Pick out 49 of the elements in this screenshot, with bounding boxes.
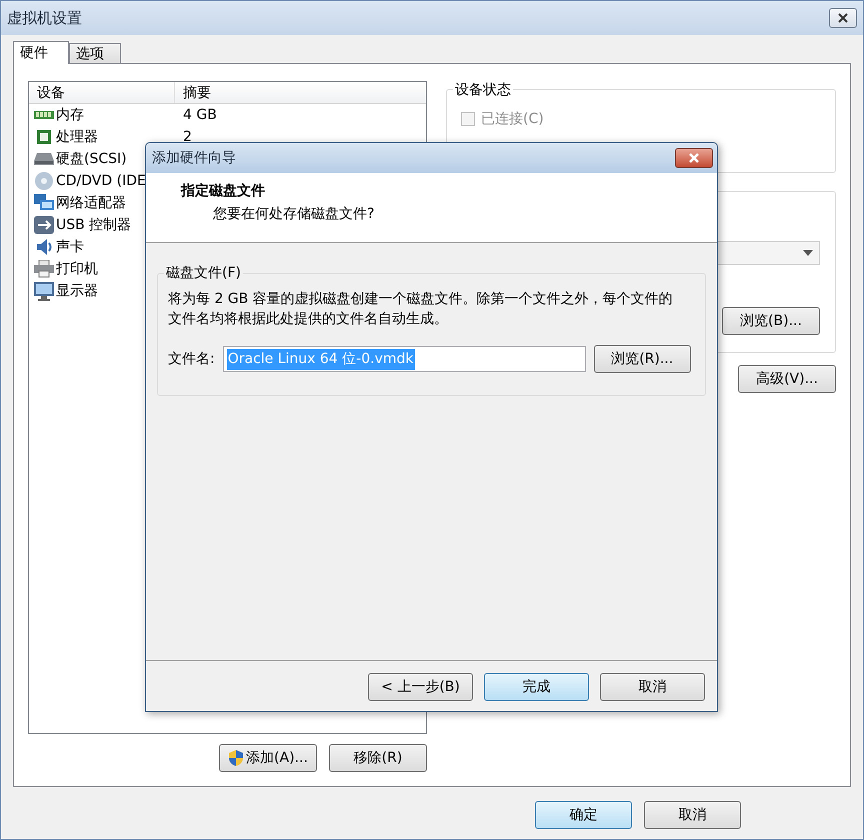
dialog-subheading: 您要在何处存储磁盘文件?: [212, 205, 376, 224]
device-name[interactable]: 内存: [56, 104, 84, 126]
device-icon: [34, 282, 54, 300]
device-summary: 2: [182, 128, 192, 146]
device-name[interactable]: 显示器: [56, 280, 98, 302]
button[interactable]: 取消: [600, 673, 705, 701]
close-button[interactable]: [829, 8, 857, 28]
column-header[interactable]: 摘要: [175, 82, 426, 103]
device-icon: [34, 152, 54, 166]
close-button[interactable]: [675, 148, 713, 168]
button[interactable]: 高级(V)...: [738, 365, 836, 393]
close-icon: [837, 12, 849, 24]
device-icon: [34, 108, 54, 122]
device-name[interactable]: CD/DVD (IDE: [56, 170, 146, 192]
field-value: Oracle Linux 64 位-0.vmdk: [226, 348, 414, 370]
column-header[interactable]: 设备: [29, 82, 175, 103]
checkbox-label: 已连接(C): [480, 110, 544, 128]
device-name[interactable]: 打印机: [56, 258, 98, 280]
device-name[interactable]: 处理器: [56, 126, 98, 148]
shield-icon: [228, 749, 244, 767]
device-icon: [34, 128, 54, 146]
group-title: 磁盘文件(F): [164, 264, 243, 282]
tab[interactable]: 硬件: [13, 41, 69, 64]
device-icon: [34, 260, 54, 278]
window-title: 虚拟机设置: [7, 8, 82, 29]
close-icon: [688, 152, 700, 164]
tab[interactable]: 选项: [69, 43, 121, 63]
button[interactable]: 移除(R): [328, 744, 427, 772]
button[interactable]: 完成: [484, 673, 589, 701]
dialog-title: 添加硬件向导: [152, 148, 236, 168]
device-icon: [34, 171, 54, 191]
device-icon: [34, 194, 54, 212]
device-summary: 4 GB: [182, 106, 217, 124]
button[interactable]: 浏览(B)...: [722, 307, 820, 335]
button[interactable]: < 上一步(B): [368, 673, 473, 701]
device-name[interactable]: 声卡: [56, 236, 84, 258]
description-text: 将为每 2 GB 容量的虚拟磁盘创建一个磁盘文件。除第一个文件之外，每个文件的文件名均将根据此处提供的文件名自动生成。: [168, 290, 674, 329]
device-name[interactable]: 硬盘(SCSI): [56, 148, 127, 170]
dropdown-arrow-icon: [803, 250, 813, 256]
device-name[interactable]: USB 控制器: [56, 214, 132, 236]
button[interactable]: 添加(A)...: [218, 744, 317, 772]
device-icon: [34, 216, 54, 234]
button[interactable]: 浏览(R)...: [594, 345, 691, 373]
button[interactable]: 确定: [535, 801, 632, 829]
dialog-heading: 指定磁盘文件: [181, 182, 266, 201]
device-icon: [34, 237, 54, 257]
button[interactable]: 取消: [644, 801, 741, 829]
device-name[interactable]: 网络适配器: [56, 192, 126, 214]
field-label: 文件名:: [168, 350, 215, 368]
